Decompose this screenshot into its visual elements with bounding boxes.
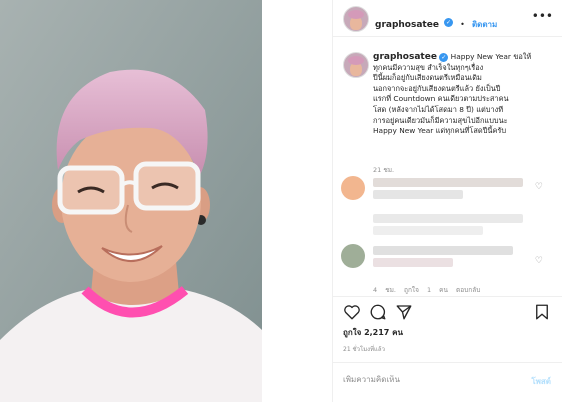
comment-heart-icon[interactable]: ♡ (535, 182, 543, 192)
avatar[interactable] (343, 6, 369, 32)
caption-line: ปีนี้ผมก็อยู่กับเสียงดนตรีเหมือนเดิม (373, 73, 482, 83)
caption-time: 21 ชม. (373, 166, 395, 174)
caption-line: แรกที่ Countdown คนเดียวตามประสาคน (373, 94, 509, 104)
caption: graphosatee ✓ Happy New Year ขอให้ ทุกคน… (373, 52, 551, 137)
comment-row: ♡ (341, 176, 551, 200)
header-user: graphosatee ✓ • ติดตาม (375, 12, 497, 31)
caption-line: Happy New Year แด่ทุกคนที่โสดปีนี้ครับ (373, 126, 507, 136)
comment-avatar[interactable] (341, 176, 365, 200)
caption-line: การอยู่คนเดียวมันก็มีความสุขไปอีกแบบนะ (373, 115, 508, 125)
heart-icon[interactable] (343, 303, 361, 321)
share-icon[interactable] (395, 303, 413, 321)
post-header: graphosatee ✓ • ติดตาม ••• (333, 0, 562, 37)
caption-line: นอกจากจะอยู่กับเสียงดนตรีแล้ว ยังเป็นปี (373, 83, 501, 93)
instagram-post: graphosatee ✓ • ติดตาม ••• graphosatee ✓… (0, 0, 562, 402)
comment-avatar[interactable] (341, 244, 365, 268)
comment-text-blurred (373, 214, 523, 223)
post-comment-button[interactable]: โพสต์ (531, 375, 551, 388)
comment-text-blurred (373, 258, 453, 267)
verified-badge-icon: ✓ (444, 18, 454, 27)
portrait-image (0, 0, 262, 402)
comment-likes[interactable]: ถูกใจ 1 คน (404, 286, 448, 294)
likes-count[interactable]: ถูกใจ 2,217 คน (343, 326, 403, 339)
comment-time: 4 ชม. (373, 286, 396, 294)
comment-text-blurred (373, 246, 513, 255)
add-comment-bar: โพสต์ (333, 362, 562, 403)
post-time: 21 ชั่วโมงที่แล้ว (343, 346, 385, 353)
comment-row: ♡ (341, 244, 551, 268)
reply-button[interactable]: ตอบกลับ (456, 286, 480, 294)
comment-text-blurred (373, 178, 523, 187)
verified-badge-icon: ✓ (439, 52, 449, 62)
caption-line-1: graphosatee ✓ Happy New Year ขอให้ (373, 52, 551, 63)
post-photo[interactable] (0, 0, 262, 402)
add-comment-input[interactable] (343, 375, 493, 384)
comment-heart-icon[interactable]: ♡ (535, 256, 543, 266)
caption-line: โสด (หลังจากไม่ได้โสดมา 8 ปี) แต่บางที (373, 104, 504, 114)
action-bar (333, 296, 562, 325)
caption-line: ทุกคนมีความสุข สำเร็จในทุกๆเรื่อง (373, 62, 484, 72)
more-horizontal-icon[interactable]: ••• (532, 9, 553, 23)
comment-row (341, 212, 551, 235)
comment-meta: 4 ชม. ถูกใจ 1 คน ตอบกลับ (373, 285, 480, 295)
separator-dot: • (460, 20, 465, 29)
header-username[interactable]: graphosatee (375, 20, 439, 30)
caption-avatar[interactable] (343, 52, 369, 78)
caption-text: Happy New Year ขอให้ (450, 52, 532, 61)
post-sidebar: graphosatee ✓ • ติดตาม ••• graphosatee ✓… (332, 0, 562, 402)
bookmark-icon[interactable] (533, 303, 551, 321)
comment-text-blurred (373, 190, 463, 199)
caption-username[interactable]: graphosatee (373, 52, 437, 62)
follow-button[interactable]: ติดตาม (472, 20, 497, 29)
comment-text-blurred (373, 226, 483, 235)
comment-icon[interactable] (369, 303, 387, 321)
